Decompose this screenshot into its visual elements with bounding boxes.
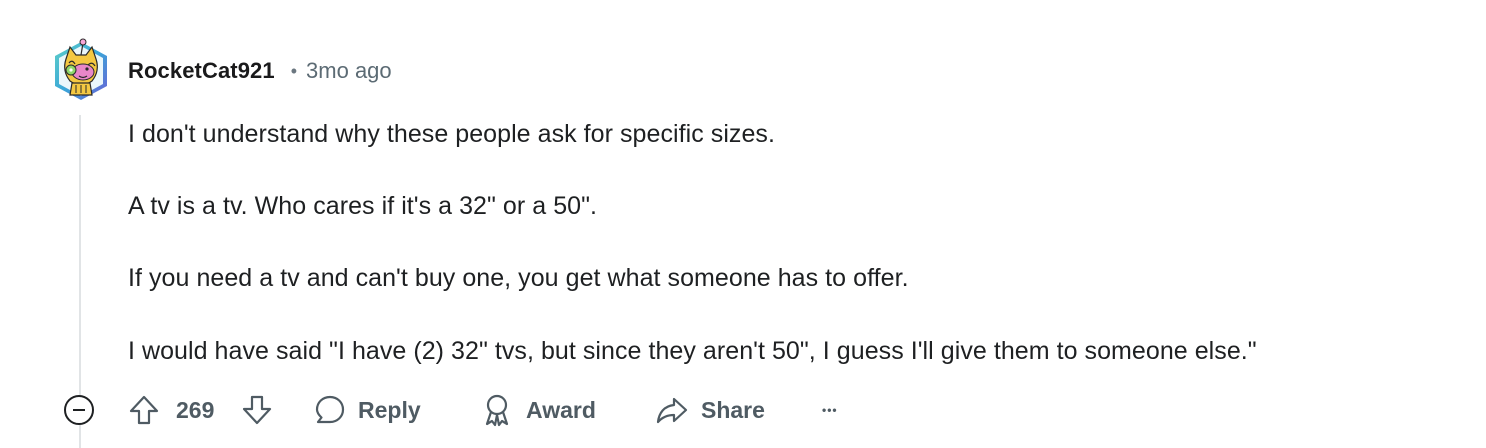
collapse-thread-button[interactable] [64, 395, 94, 425]
comment-paragraph: A tv is a tv. Who cares if it's a 32" or… [128, 192, 598, 220]
comment-header: RocketCat921 • 3mo ago [128, 56, 392, 86]
minus-circle-icon [73, 409, 85, 411]
award-ribbon-icon [485, 394, 509, 427]
share-label: Share [701, 396, 765, 423]
comment-paragraph: I would have said "I have (2) 32" tvs, b… [128, 337, 1257, 365]
comment-paragraph: If you need a tv and can't buy one, you … [128, 264, 909, 292]
speech-bubble-icon [315, 395, 345, 424]
comment-paragraph: I don't understand why these people ask … [128, 120, 775, 148]
award-label: Award [526, 396, 596, 423]
share-arrow-icon [656, 397, 688, 424]
meta-separator: • [290, 60, 298, 81]
reply-button[interactable]: Reply [314, 390, 421, 430]
award-button[interactable]: Award [482, 390, 596, 430]
vote-score: 269 [176, 390, 214, 430]
more-options-icon: ••• [822, 403, 838, 417]
comment-timestamp[interactable]: 3mo ago [306, 58, 392, 84]
downvote-button[interactable] [240, 390, 274, 430]
more-options-button[interactable]: ••• [822, 390, 838, 430]
reply-label: Reply [358, 396, 421, 423]
vote-count: 269 [176, 396, 215, 423]
upvote-button[interactable] [127, 390, 161, 430]
arrow-up-icon [129, 395, 159, 425]
arrow-down-icon [242, 395, 272, 425]
avatar[interactable] [52, 37, 110, 103]
share-button[interactable]: Share [656, 390, 765, 430]
snoo-avatar-icon [55, 38, 107, 100]
author-username[interactable]: RocketCat921 [128, 58, 275, 84]
